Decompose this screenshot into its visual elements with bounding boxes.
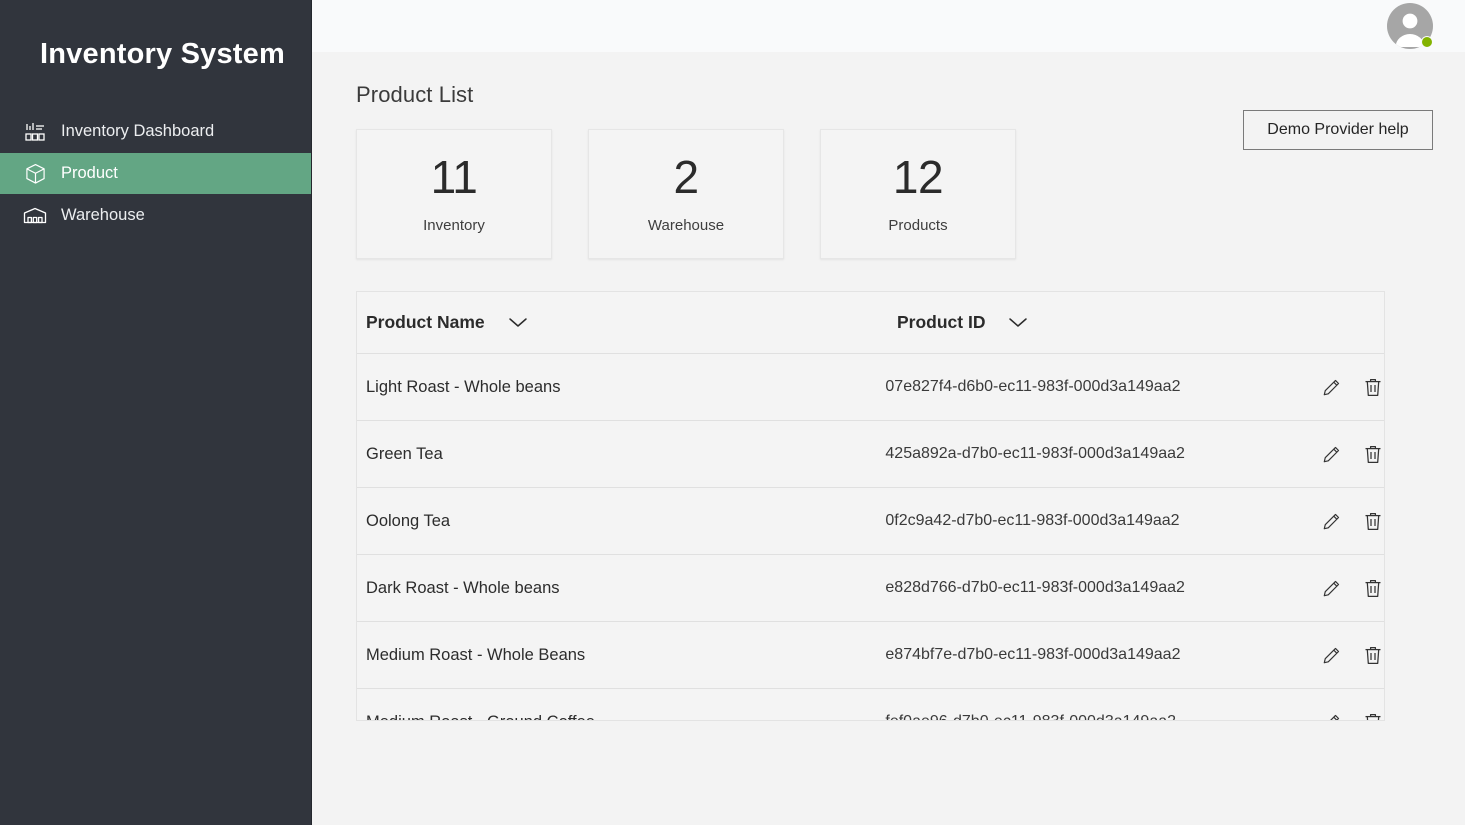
delete-row-button[interactable]	[1362, 376, 1384, 398]
demo-provider-help-button[interactable]: Demo Provider help	[1243, 110, 1433, 150]
delete-row-button[interactable]	[1362, 510, 1384, 532]
dashboard-chart-icon	[22, 121, 48, 143]
cell-product-name: Light Roast - Whole beans	[357, 378, 885, 397]
top-header-bar	[312, 0, 1465, 52]
stat-label: Products	[888, 217, 947, 234]
cell-row-actions	[1306, 644, 1384, 666]
table-row[interactable]: Medium Roast - Ground Coffee fef0ae96-d7…	[357, 689, 1384, 721]
sidebar-nav: Inventory Dashboard Product	[0, 111, 311, 236]
cell-row-actions	[1306, 711, 1384, 721]
sidebar: Inventory System Inventory Dashboard	[0, 0, 312, 825]
sidebar-item-label: Inventory Dashboard	[61, 122, 214, 141]
table-row[interactable]: Light Roast - Whole beans 07e827f4-d6b0-…	[357, 354, 1384, 421]
cell-row-actions	[1306, 376, 1384, 398]
column-header-product-id[interactable]: Product ID	[897, 312, 1029, 333]
table-header-row: Product Name Product ID	[357, 292, 1384, 354]
edit-row-button[interactable]	[1320, 510, 1342, 532]
page-content: Product List Demo Provider help 11 Inven…	[312, 52, 1465, 825]
column-header-label: Product Name	[366, 312, 485, 333]
sidebar-item-inventory-dashboard[interactable]: Inventory Dashboard	[0, 111, 311, 152]
cell-product-name: Oolong Tea	[357, 512, 885, 531]
main-area: Product List Demo Provider help 11 Inven…	[312, 0, 1465, 825]
chevron-down-icon	[1007, 316, 1029, 329]
edit-row-button[interactable]	[1320, 711, 1342, 721]
stat-value: 11	[431, 154, 478, 200]
delete-row-button[interactable]	[1362, 443, 1384, 465]
edit-row-button[interactable]	[1320, 644, 1342, 666]
sidebar-item-label: Warehouse	[61, 206, 145, 225]
stat-card-inventory[interactable]: 11 Inventory	[356, 129, 552, 259]
cell-product-name: Green Tea	[357, 445, 885, 464]
table-row[interactable]: Oolong Tea 0f2c9a42-d7b0-ec11-983f-000d3…	[357, 488, 1384, 555]
delete-row-button[interactable]	[1362, 711, 1384, 721]
delete-row-button[interactable]	[1362, 644, 1384, 666]
product-table: Product Name Product ID	[356, 291, 1385, 721]
column-header-product-name[interactable]: Product Name	[357, 312, 897, 333]
sidebar-item-label: Product	[61, 164, 118, 183]
box-icon	[22, 163, 48, 185]
cell-product-id: 07e827f4-d6b0-ec11-983f-000d3a149aa2	[885, 378, 1306, 396]
cell-product-name: Dark Roast - Whole beans	[357, 579, 885, 598]
online-status-dot	[1421, 36, 1433, 48]
cell-product-id: e828d766-d7b0-ec11-983f-000d3a149aa2	[885, 579, 1306, 597]
cell-row-actions	[1306, 577, 1384, 599]
edit-row-button[interactable]	[1320, 376, 1342, 398]
stat-value: 12	[893, 154, 943, 200]
app-root: Inventory System Inventory Dashboard	[0, 0, 1465, 825]
column-header-label: Product ID	[897, 312, 985, 333]
page-title: Product List	[356, 82, 1433, 108]
avatar[interactable]	[1387, 3, 1433, 49]
warehouse-icon	[22, 205, 48, 227]
stat-label: Warehouse	[648, 217, 724, 234]
edit-row-button[interactable]	[1320, 577, 1342, 599]
cell-product-id: fef0ae96-d7b0-ec11-983f-000d3a149aa2	[885, 713, 1306, 721]
app-brand-title: Inventory System	[0, 0, 311, 71]
sidebar-item-warehouse[interactable]: Warehouse	[0, 195, 311, 236]
cell-product-id: e874bf7e-d7b0-ec11-983f-000d3a149aa2	[885, 646, 1306, 664]
table-row[interactable]: Green Tea 425a892a-d7b0-ec11-983f-000d3a…	[357, 421, 1384, 488]
stat-card-products[interactable]: 12 Products	[820, 129, 1016, 259]
stat-value: 2	[673, 154, 698, 200]
sidebar-item-product[interactable]: Product	[0, 153, 311, 194]
edit-row-button[interactable]	[1320, 443, 1342, 465]
cell-product-name: Medium Roast - Whole Beans	[357, 646, 885, 665]
chevron-down-icon	[507, 316, 529, 329]
delete-row-button[interactable]	[1362, 577, 1384, 599]
cell-row-actions	[1306, 443, 1384, 465]
stat-card-warehouse[interactable]: 2 Warehouse	[588, 129, 784, 259]
table-row[interactable]: Medium Roast - Whole Beans e874bf7e-d7b0…	[357, 622, 1384, 689]
cell-product-name: Medium Roast - Ground Coffee	[357, 713, 885, 722]
cell-product-id: 425a892a-d7b0-ec11-983f-000d3a149aa2	[885, 445, 1306, 463]
cell-product-id: 0f2c9a42-d7b0-ec11-983f-000d3a149aa2	[885, 512, 1306, 530]
table-row[interactable]: Dark Roast - Whole beans e828d766-d7b0-e…	[357, 555, 1384, 622]
stat-label: Inventory	[423, 217, 485, 234]
cell-row-actions	[1306, 510, 1384, 532]
